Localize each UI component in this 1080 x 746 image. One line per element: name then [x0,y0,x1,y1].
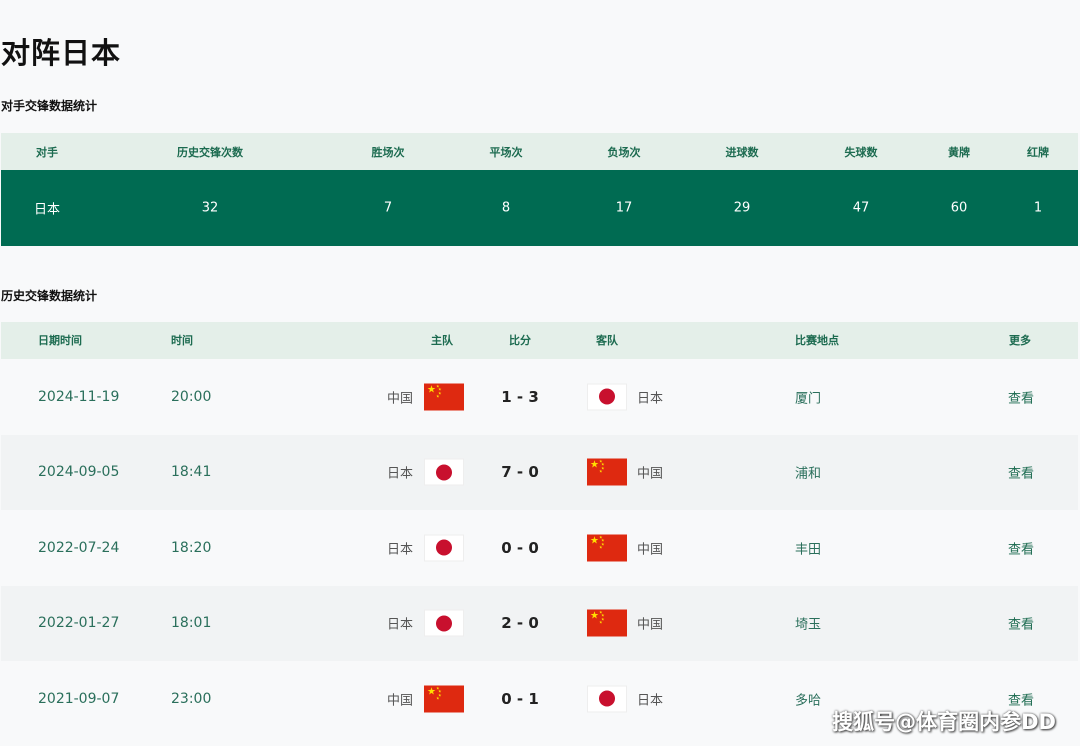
header-venue: 比赛地点 [795,334,839,347]
away-flag: ★ ★ ★ ★ ★ [587,458,627,486]
away-flag [587,685,627,713]
watermark: 搜狐号@体育圈内参DD [832,710,1056,734]
match-date: 2024-09-05 [38,464,120,481]
away-team-name: 日本 [637,391,664,407]
match-venue: 多哈 [795,693,822,709]
china-flag-icon: ★ ★ ★ ★ ★ [587,609,627,637]
view-more-link[interactable]: 查看 [1008,614,1034,633]
match-venue: 浦和 [795,466,822,482]
stats-header-red-cards: 红牌 [1027,145,1049,159]
home-flag: ★ ★ ★ ★ ★ [424,383,464,411]
home-team-name: 日本 [386,542,413,558]
stats-header-losses: 负场次 [607,145,641,159]
match-date: 2022-07-24 [38,539,120,556]
stats-losses: 17 [615,200,633,216]
stats-header-goals-against: 失球数 [844,145,878,159]
header-home: 主队 [431,334,453,347]
match-row: 2024-09-05 18:41 日本 7 - 0 中国 浦和 查看 ★ ★ ★ ★ ★ [1,434,1078,510]
match-row: 2022-07-24 18:20 日本 0 - 0 中国 丰田 查看 ★ ★ ★ ★ ★ [1,510,1078,586]
view-more-link[interactable]: 查看 [1008,387,1034,406]
stats-opponent: 日本 [33,202,61,218]
match-venue: 厦门 [795,391,822,407]
match-score: 0 - 1 [501,689,539,708]
stats-header-yellow-cards: 黄牌 [948,145,970,159]
china-flag-icon: ★ ★ ★ ★ ★ [424,383,464,411]
away-team-name: 日本 [637,693,664,709]
stats-red-cards: 1 [1033,200,1043,216]
stats-header-goals-for: 进球数 [725,145,759,159]
stats-wins: 7 [383,200,393,216]
home-flag [424,609,464,637]
match-time: 23:00 [171,690,212,707]
match-time: 18:41 [171,464,212,481]
japan-flag-icon [424,534,464,562]
away-flag: ★ ★ ★ ★ ★ [587,609,627,637]
match-score: 0 - 0 [501,538,539,557]
stats-table-row: 日本 32 7 8 17 29 47 60 1 [1,170,1078,246]
header-time: 时间 [171,334,193,347]
china-flag-icon: ★ ★ ★ ★ ★ [587,458,627,486]
matches-table-body: 2024-11-19 20:00 中国 1 - 3 日本 厦门 查看 ★ ★ ★ ★ ★ 2024-09… [1,359,1078,737]
match-time: 18:20 [171,539,212,556]
header-date: 日期时间 [38,334,82,347]
away-team-name: 中国 [637,617,664,633]
stats-goals-against: 47 [852,200,870,216]
stats-goals-for: 29 [733,200,751,216]
match-time: 18:01 [171,615,212,632]
match-date: 2021-09-07 [38,690,120,707]
header-away: 客队 [596,334,618,347]
away-flag [587,383,627,411]
match-date: 2024-11-19 [38,388,120,405]
japan-flag-icon [424,458,464,486]
home-flag [424,534,464,562]
matches-table: 日期时间 时间 主队 比分 客队 比赛地点 更多 2024-11-19 20:00… [1,322,1078,737]
match-row: 2022-01-27 18:01 日本 2 - 0 中国 埼玉 查看 ★ ★ ★ ★ ★ [1,585,1078,661]
japan-flag-icon [424,609,464,637]
japan-flag-icon [587,685,627,713]
match-score: 1 - 3 [501,387,539,406]
home-team-name: 日本 [386,617,413,633]
match-venue: 埼玉 [795,617,822,633]
matches-table-header: 日期时间 时间 主队 比分 客队 比赛地点 更多 [1,322,1078,359]
match-time: 20:00 [171,388,212,405]
china-flag-icon: ★ ★ ★ ★ ★ [424,685,464,713]
history-section-title: 历史交锋数据统计 [1,289,98,303]
stats-header-opponent: 对手 [36,145,58,159]
stats-table-header: 对手 历史交锋次数 胜场次 平场次 负场次 进球数 失球数 黄牌 红牌 [1,133,1078,170]
stats-matches: 32 [201,200,219,216]
away-team-name: 中国 [637,466,664,482]
stats-draws: 8 [501,200,511,216]
china-flag-icon: ★ ★ ★ ★ ★ [587,534,627,562]
away-team-name: 中国 [637,542,664,558]
home-team-name: 中国 [386,693,413,709]
stats-header-wins: 胜场次 [371,145,405,159]
match-date: 2022-01-27 [38,615,120,632]
stats-header-matches: 历史交锋次数 [177,145,243,159]
japan-flag-icon [587,383,627,411]
header-score: 比分 [509,334,531,347]
match-venue: 丰田 [795,542,822,558]
match-row: 2024-11-19 20:00 中国 1 - 3 日本 厦门 查看 ★ ★ ★ ★ ★ [1,359,1078,435]
view-more-link[interactable]: 查看 [1008,538,1034,557]
home-flag [424,458,464,486]
home-team-name: 日本 [386,466,413,482]
stats-section-title: 对手交锋数据统计 [1,99,98,113]
match-score: 7 - 0 [501,463,539,482]
page-title: 对阵日本 [1,36,122,70]
stats-header-draws: 平场次 [489,145,523,159]
home-team-name: 中国 [386,391,413,407]
match-score: 2 - 0 [501,614,539,633]
view-more-link[interactable]: 查看 [1008,463,1034,482]
away-flag: ★ ★ ★ ★ ★ [587,534,627,562]
home-flag: ★ ★ ★ ★ ★ [424,685,464,713]
header-more: 更多 [1009,334,1031,347]
stats-yellow-cards: 60 [950,200,968,216]
stats-table: 对手 历史交锋次数 胜场次 平场次 负场次 进球数 失球数 黄牌 红牌 日本 3… [1,133,1078,246]
